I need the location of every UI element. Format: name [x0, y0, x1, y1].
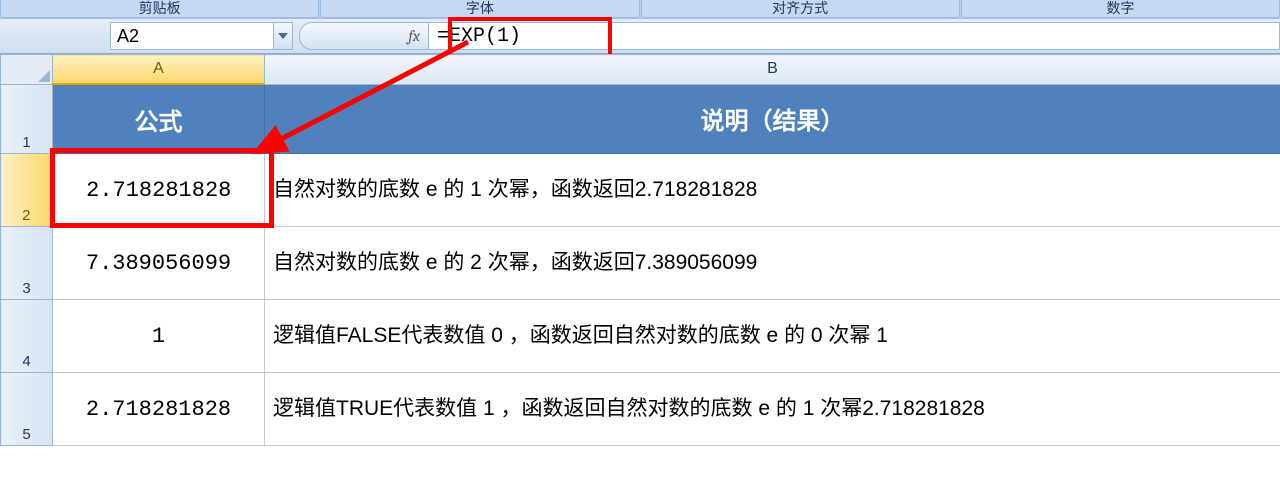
name-box-dropdown[interactable]	[274, 22, 293, 50]
cell-A3[interactable]: 7.389056099	[53, 227, 265, 300]
cell-B5[interactable]: 逻辑值TRUE代表数值 1 ，函数返回自然对数的底数 e 的 1 次幂2.718…	[265, 373, 1280, 446]
row-header-3[interactable]: 3	[1, 227, 53, 300]
table-row: 2 2.718281828 自然对数的底数 e 的 1 次幂，函数返回2.718…	[1, 154, 1280, 227]
table-row: 3 7.389056099 自然对数的底数 e 的 2 次幂，函数返回7.389…	[1, 227, 1280, 300]
cell-A4[interactable]: 1	[53, 300, 265, 373]
row-header-1[interactable]: 1	[1, 84, 53, 154]
spreadsheet-grid: A B 1 公式 说明（结果） 2 2.718281828 自然对数的底数 e …	[0, 54, 1280, 446]
fx-icon: fx	[408, 27, 420, 45]
row-header-5[interactable]: 5	[1, 373, 53, 446]
header-cell-description[interactable]: 说明（结果）	[265, 84, 1280, 154]
select-all-corner[interactable]	[1, 55, 53, 85]
ribbon-group-alignment[interactable]: 对齐方式	[641, 0, 960, 18]
ribbon-group-labels: 剪贴板 字体 对齐方式 数字	[0, 0, 1280, 18]
cell-B3[interactable]: 自然对数的底数 e 的 2 次幂，函数返回7.389056099	[265, 227, 1280, 300]
ribbon-group-font[interactable]: 字体	[320, 0, 639, 18]
table-row: 1 公式 说明（结果）	[1, 84, 1280, 154]
ribbon-group-number[interactable]: 数字	[961, 0, 1280, 18]
cell-B4[interactable]: 逻辑值FALSE代表数值 0 ，函数返回自然对数的底数 e 的 0 次幂 1	[265, 300, 1280, 373]
row-header-2[interactable]: 2	[1, 154, 53, 227]
formula-bar: A2 fx =EXP(1)	[0, 18, 1280, 54]
column-header-row: A B	[1, 55, 1280, 85]
column-header-B[interactable]: B	[265, 55, 1280, 85]
chevron-down-icon	[278, 33, 288, 39]
cell-A5[interactable]: 2.718281828	[53, 373, 265, 446]
header-cell-formula[interactable]: 公式	[53, 84, 265, 154]
table-row: 4 1 逻辑值FALSE代表数值 0 ，函数返回自然对数的底数 e 的 0 次幂…	[1, 300, 1280, 373]
column-header-A[interactable]: A	[53, 55, 265, 85]
ribbon-group-clipboard[interactable]: 剪贴板	[0, 0, 319, 18]
table-row: 5 2.718281828 逻辑值TRUE代表数值 1 ，函数返回自然对数的底数…	[1, 373, 1280, 446]
formula-input[interactable]: =EXP(1)	[429, 22, 1280, 50]
cell-B2[interactable]: 自然对数的底数 e 的 1 次幂，函数返回2.718281828	[265, 154, 1280, 227]
cell-A2[interactable]: 2.718281828	[53, 154, 265, 227]
row-header-4[interactable]: 4	[1, 300, 53, 373]
name-box[interactable]: A2	[110, 22, 274, 50]
fx-button[interactable]: fx	[299, 22, 429, 50]
